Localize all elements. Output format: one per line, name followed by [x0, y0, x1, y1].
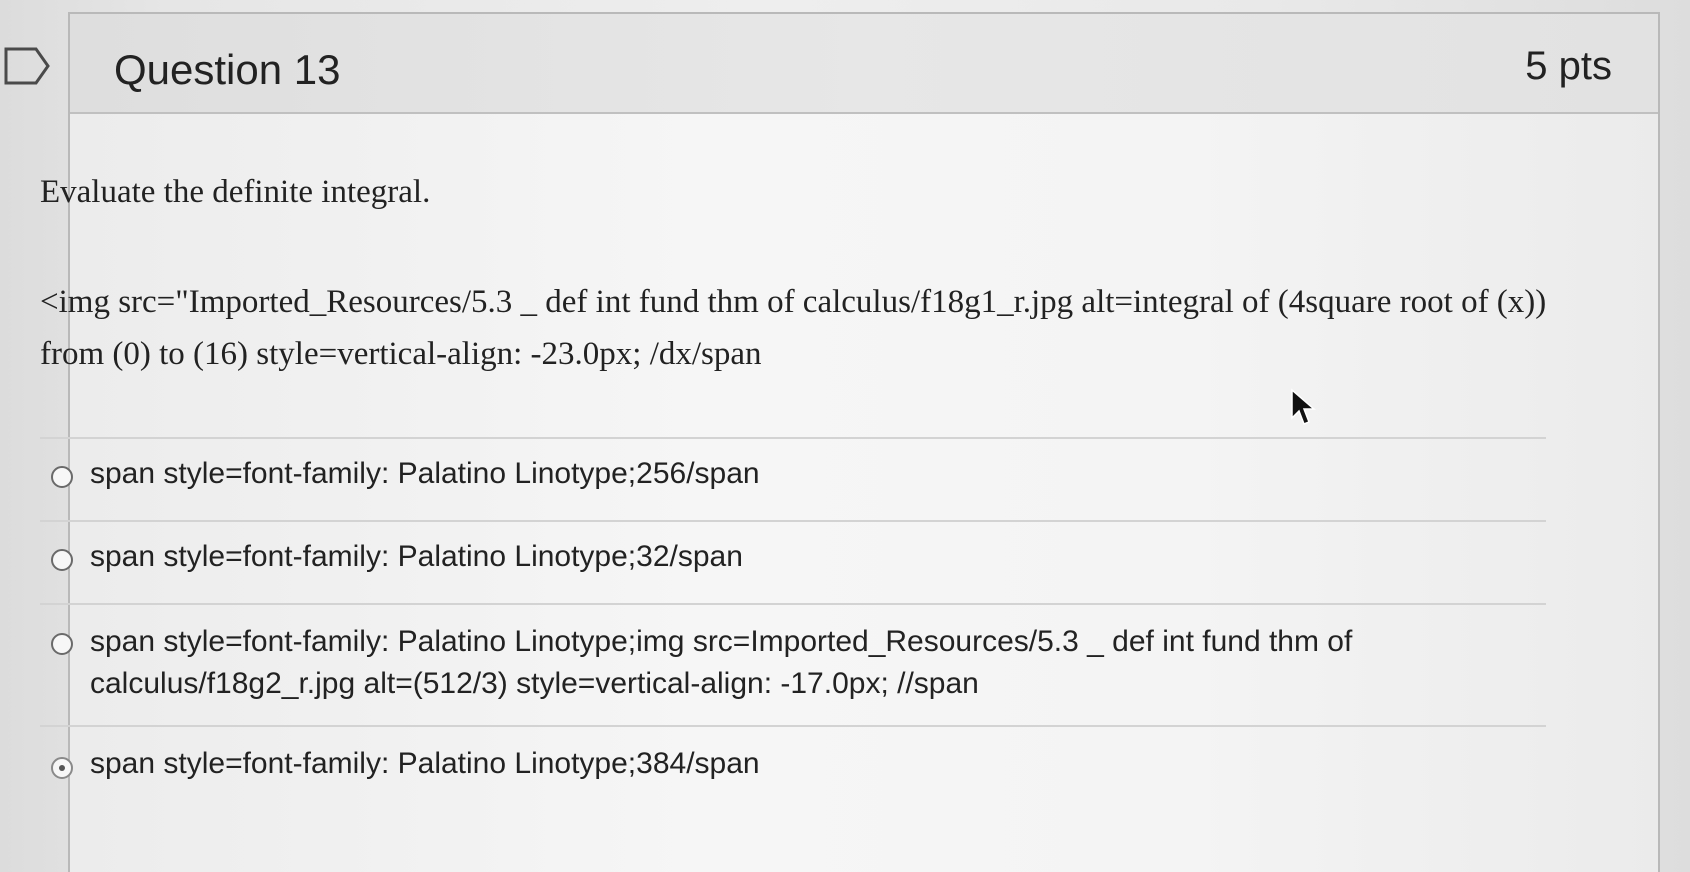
radio-button-icon[interactable] — [51, 757, 73, 779]
answer-label[interactable]: span style=font-family: Palatino Linotyp… — [90, 743, 760, 785]
answer-option-1[interactable]: span style=font-family: Palatino Linotyp… — [40, 437, 1546, 520]
question-prompt: Evaluate the definite integral. — [40, 174, 431, 210]
radio-button-icon[interactable] — [51, 466, 73, 488]
radio-button-icon[interactable] — [51, 633, 73, 655]
radio-selected-dot — [59, 765, 65, 771]
question-points: 5 pts — [1525, 44, 1612, 88]
answer-label[interactable]: span style=font-family: Palatino Linotyp… — [90, 621, 1490, 705]
flag-question-icon[interactable] — [2, 46, 54, 86]
answer-option-3[interactable]: span style=font-family: Palatino Linotyp… — [40, 603, 1546, 725]
answer-label[interactable]: span style=font-family: Palatino Linotyp… — [90, 453, 760, 495]
answer-option-2[interactable]: span style=font-family: Palatino Linotyp… — [40, 520, 1546, 603]
radio-button-icon[interactable] — [51, 549, 73, 571]
question-header: Question 13 5 pts — [70, 14, 1658, 114]
answer-label[interactable]: span style=font-family: Palatino Linotyp… — [90, 536, 743, 578]
question-body: <img src="Imported_Resources/5.3 _ def i… — [40, 284, 1547, 372]
question-text: Evaluate the definite integral. <img src… — [40, 166, 1610, 380]
mouse-pointer-icon — [1290, 388, 1318, 428]
question-title: Question 13 — [114, 46, 341, 93]
answer-option-4[interactable]: span style=font-family: Palatino Linotyp… — [40, 725, 1546, 825]
answer-list: span style=font-family: Palatino Linotyp… — [40, 437, 1546, 825]
